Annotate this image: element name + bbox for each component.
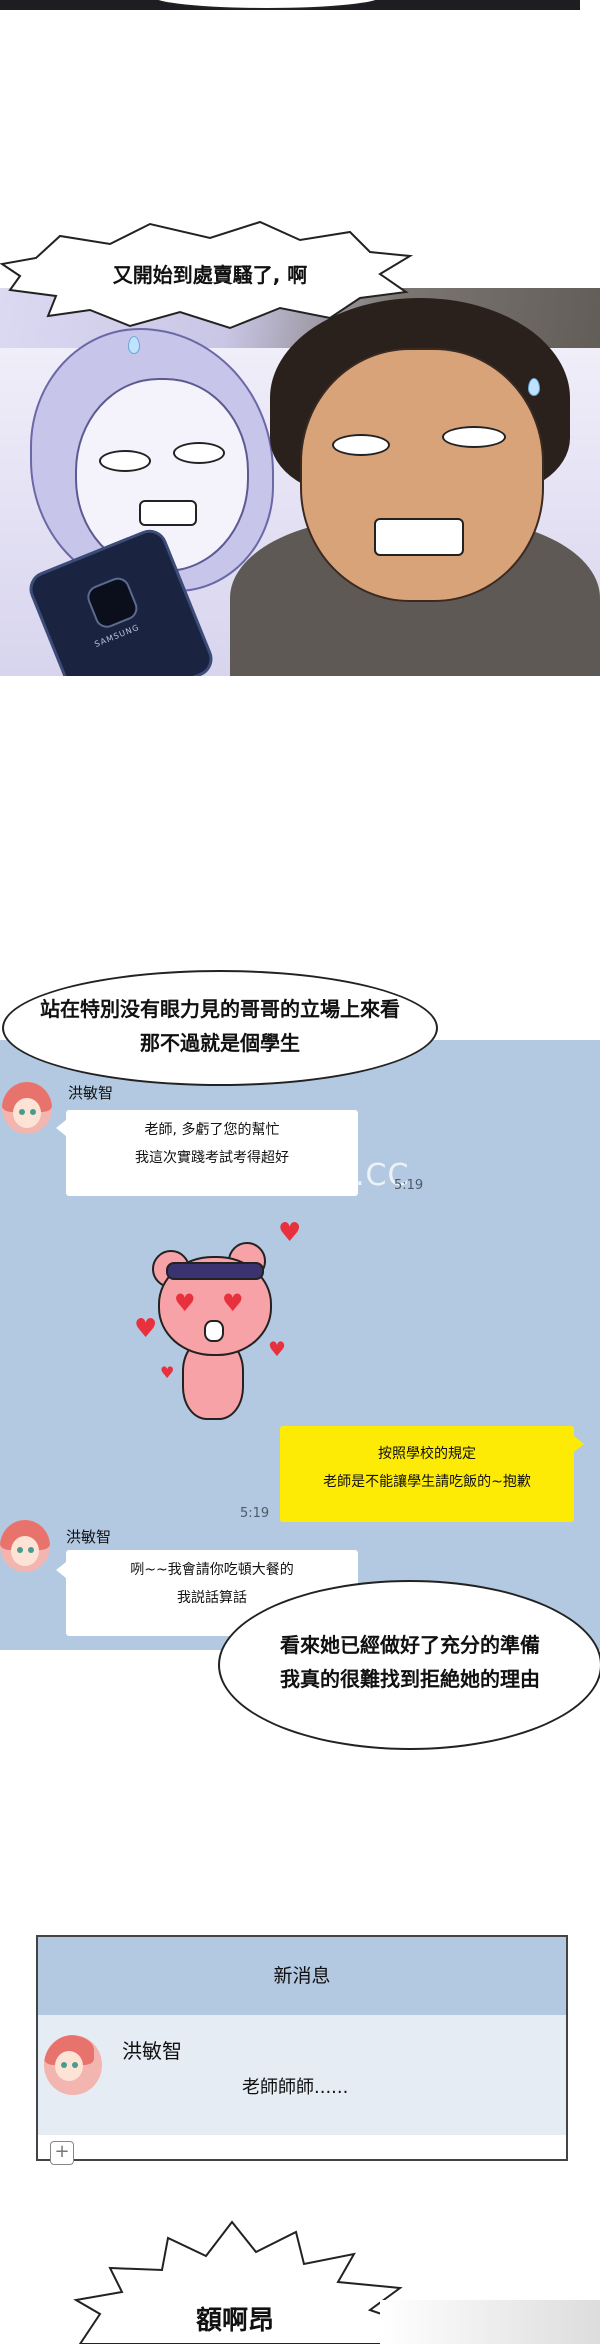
comic-panel-1: SAMSUNG	[0, 288, 600, 676]
message-line: 按照學校的規定	[378, 1446, 476, 1462]
narration-bubble: 站在特別没有眼力見的哥哥的立場上來看 那不過就是個學生	[2, 970, 438, 1086]
notification-footer	[38, 2135, 566, 2159]
mouth	[139, 500, 197, 526]
narration-line: 那不過就是個學生	[140, 1031, 300, 1055]
watermark: TOPTOON.CC	[200, 1158, 410, 1193]
chat-sender-name: 洪敏智	[66, 1528, 112, 1546]
eye	[99, 450, 151, 472]
notification-sender: 洪敏智	[122, 2039, 182, 2063]
eye	[332, 434, 390, 456]
sweat-drop	[128, 336, 140, 354]
bubble-tail	[56, 1120, 66, 1136]
message-time: 5:19	[240, 1506, 270, 1521]
notification-title: 新消息	[273, 1965, 331, 1987]
bear-mouth	[204, 1320, 224, 1342]
shout-text: 又開始到處賣騷了, 啊	[112, 263, 308, 287]
shout-text: 額啊昂	[196, 2306, 275, 2336]
avatar	[0, 1520, 50, 1572]
heart-icon: ♥	[160, 1363, 175, 1382]
bear-headband	[166, 1262, 264, 1280]
mouth	[374, 518, 464, 556]
bubble-tail	[574, 1436, 584, 1452]
bear-sticker: ♥ ♥ ♥ ♥ ♥ ♥	[128, 1220, 308, 1440]
chat-screen: 洪敏智 老師, 多虧了您的幫忙 我這次實踐考試考得超好 TOPTOON.CC 5…	[0, 1040, 600, 1650]
top-panel-edge	[0, 0, 580, 10]
camera-icon	[83, 574, 142, 632]
plus-icon[interactable]: +	[50, 2141, 74, 2165]
narration-bubble: 看來她已經做好了充分的準備 我真的很難找到拒絶她的理由	[218, 1580, 600, 1750]
narration-line: 看來她已經做好了充分的準備	[280, 1633, 540, 1657]
notification-message: 老師師師......	[242, 2077, 349, 2098]
character-boy-face	[300, 348, 544, 602]
message-line: 咧~~我會請你吃頓大餐的	[130, 1562, 294, 1578]
sweat-drop	[528, 378, 540, 396]
avatar	[44, 2035, 102, 2095]
message-line: 老師, 多虧了您的幫忙	[144, 1122, 280, 1138]
eye	[442, 426, 506, 448]
narration-line: 我真的很難找到拒絶她的理由	[280, 1667, 540, 1691]
heart-eye-icon: ♥	[222, 1289, 244, 1317]
speech-bubble-edge	[150, 0, 384, 10]
heart-icon: ♥	[278, 1218, 302, 1248]
message-line: 老師是不能讓學生請吃飯的~抱歉	[323, 1474, 531, 1490]
heart-icon: ♥	[134, 1314, 158, 1344]
bubble-tail	[56, 1562, 66, 1578]
notification-popup[interactable]: 新消息 洪敏智 老師師師...... +	[36, 1935, 568, 2165]
chat-sender-name: 洪敏智	[68, 1084, 114, 1102]
heart-icon: ♥	[268, 1337, 286, 1361]
message-time: 5:19	[394, 1178, 424, 1193]
heart-eye-icon: ♥	[174, 1289, 196, 1317]
panel-edge	[380, 2300, 600, 2344]
eye	[173, 442, 225, 464]
reply-bubble: 按照學校的規定 老師是不能讓學生請吃飯的~抱歉	[280, 1426, 574, 1522]
bear-head: ♥ ♥	[158, 1256, 272, 1356]
avatar	[2, 1082, 52, 1134]
narration-line: 站在特別没有眼力見的哥哥的立場上來看	[40, 997, 400, 1021]
phone-brand-label: SAMSUNG	[93, 622, 141, 649]
